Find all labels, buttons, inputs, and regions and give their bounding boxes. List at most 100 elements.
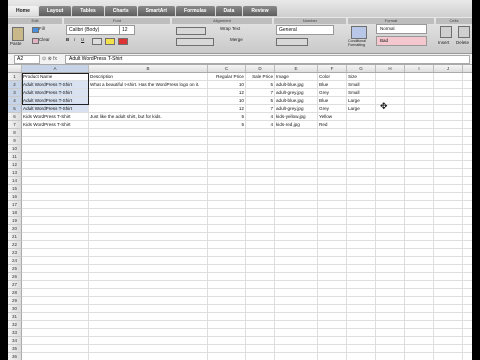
cell-d34[interactable] (246, 337, 275, 345)
cell-f12[interactable] (318, 161, 347, 169)
cell-k3[interactable] (463, 89, 472, 97)
cell-g6[interactable] (347, 113, 376, 121)
cell-i2[interactable] (405, 81, 434, 89)
cell-f22[interactable] (318, 241, 347, 249)
row-header[interactable]: 9 (8, 137, 22, 145)
cell-k25[interactable] (463, 265, 472, 273)
row-header[interactable]: 33 (8, 329, 22, 337)
cell-e34[interactable] (275, 337, 318, 345)
align-horizontal-icons[interactable] (176, 38, 214, 46)
cell-g27[interactable] (347, 281, 376, 289)
column-header-a[interactable]: A (22, 65, 89, 72)
cell-f16[interactable] (318, 193, 347, 201)
cell-e31[interactable] (275, 313, 318, 321)
cell-a6[interactable]: Kids WordPress T-Shirt (22, 113, 89, 121)
cell-i30[interactable] (405, 305, 434, 313)
fill-color-icon[interactable] (105, 38, 115, 45)
cell-c9[interactable] (208, 137, 246, 145)
cell-k32[interactable] (463, 321, 472, 329)
row-header[interactable]: 22 (8, 241, 22, 249)
cell-h20[interactable] (376, 225, 405, 233)
cell-b10[interactable] (89, 145, 208, 153)
cell-b19[interactable] (89, 217, 208, 225)
cell-c4[interactable]: 10 (208, 97, 246, 105)
cell-j12[interactable] (434, 161, 463, 169)
cell-a22[interactable] (22, 241, 89, 249)
cell-i24[interactable] (405, 257, 434, 265)
cell-f31[interactable] (318, 313, 347, 321)
cell-e24[interactable] (275, 257, 318, 265)
cell-b13[interactable] (89, 169, 208, 177)
cell-b17[interactable] (89, 201, 208, 209)
cell-i5[interactable] (405, 105, 434, 113)
cell-c34[interactable] (208, 337, 246, 345)
row-header[interactable]: 14 (8, 177, 22, 185)
cell-c32[interactable] (208, 321, 246, 329)
cell-h23[interactable] (376, 249, 405, 257)
cell-c6[interactable]: 5 (208, 113, 246, 121)
cell-d6[interactable]: 4 (246, 113, 275, 121)
cell-b35[interactable] (89, 345, 208, 353)
cell-b18[interactable] (89, 209, 208, 217)
cell-g16[interactable] (347, 193, 376, 201)
cell-g28[interactable] (347, 289, 376, 297)
cell-c7[interactable]: 5 (208, 121, 246, 129)
number-format-icons[interactable] (276, 38, 308, 46)
cell-a10[interactable] (22, 145, 89, 153)
cell-i22[interactable] (405, 241, 434, 249)
cell-g21[interactable] (347, 233, 376, 241)
cell-b23[interactable] (89, 249, 208, 257)
cell-d22[interactable] (246, 241, 275, 249)
cell-h28[interactable] (376, 289, 405, 297)
cell-h14[interactable] (376, 177, 405, 185)
cell-j1[interactable] (434, 73, 463, 81)
cell-b33[interactable] (89, 329, 208, 337)
bold-icon[interactable]: B (66, 37, 69, 42)
cell-f25[interactable] (318, 265, 347, 273)
cell-b27[interactable] (89, 281, 208, 289)
cell-j4[interactable] (434, 97, 463, 105)
row-header[interactable]: 29 (8, 297, 22, 305)
cell-b8[interactable] (89, 129, 208, 137)
paste-icon[interactable] (12, 27, 24, 41)
cell-a35[interactable] (22, 345, 89, 353)
cell-k1[interactable] (463, 73, 472, 81)
cell-d33[interactable] (246, 329, 275, 337)
cell-f34[interactable] (318, 337, 347, 345)
cell-d1[interactable]: Sale Price (246, 73, 275, 81)
cell-j26[interactable] (434, 273, 463, 281)
cell-b5[interactable] (89, 105, 208, 113)
cell-g3[interactable]: Small (347, 89, 376, 97)
cell-e21[interactable] (275, 233, 318, 241)
row-header[interactable]: 2 (8, 81, 22, 89)
cell-c28[interactable] (208, 289, 246, 297)
cell-e4[interactable]: adult-blue.jpg (275, 97, 318, 105)
cell-e35[interactable] (275, 345, 318, 353)
cell-k4[interactable] (463, 97, 472, 105)
cell-h30[interactable] (376, 305, 405, 313)
cell-b6[interactable]: Just like the adult shirt, but for kids. (89, 113, 208, 121)
row-header[interactable]: 20 (8, 225, 22, 233)
cell-h17[interactable] (376, 201, 405, 209)
cell-i14[interactable] (405, 177, 434, 185)
cell-h27[interactable] (376, 281, 405, 289)
cell-e8[interactable] (275, 129, 318, 137)
cell-a11[interactable] (22, 153, 89, 161)
column-header-d[interactable]: D (246, 65, 275, 72)
cell-c19[interactable] (208, 217, 246, 225)
cell-j8[interactable] (434, 129, 463, 137)
cell-g15[interactable] (347, 185, 376, 193)
cell-b4[interactable] (89, 97, 208, 105)
cell-a29[interactable] (22, 297, 89, 305)
cell-g22[interactable] (347, 241, 376, 249)
column-header-g[interactable]: G (347, 65, 376, 72)
cell-k22[interactable] (463, 241, 472, 249)
cell-c3[interactable]: 12 (208, 89, 246, 97)
cell-k24[interactable] (463, 257, 472, 265)
cell-i6[interactable] (405, 113, 434, 121)
cell-c24[interactable] (208, 257, 246, 265)
cell-f15[interactable] (318, 185, 347, 193)
cell-f20[interactable] (318, 225, 347, 233)
cell-e12[interactable] (275, 161, 318, 169)
cell-c23[interactable] (208, 249, 246, 257)
